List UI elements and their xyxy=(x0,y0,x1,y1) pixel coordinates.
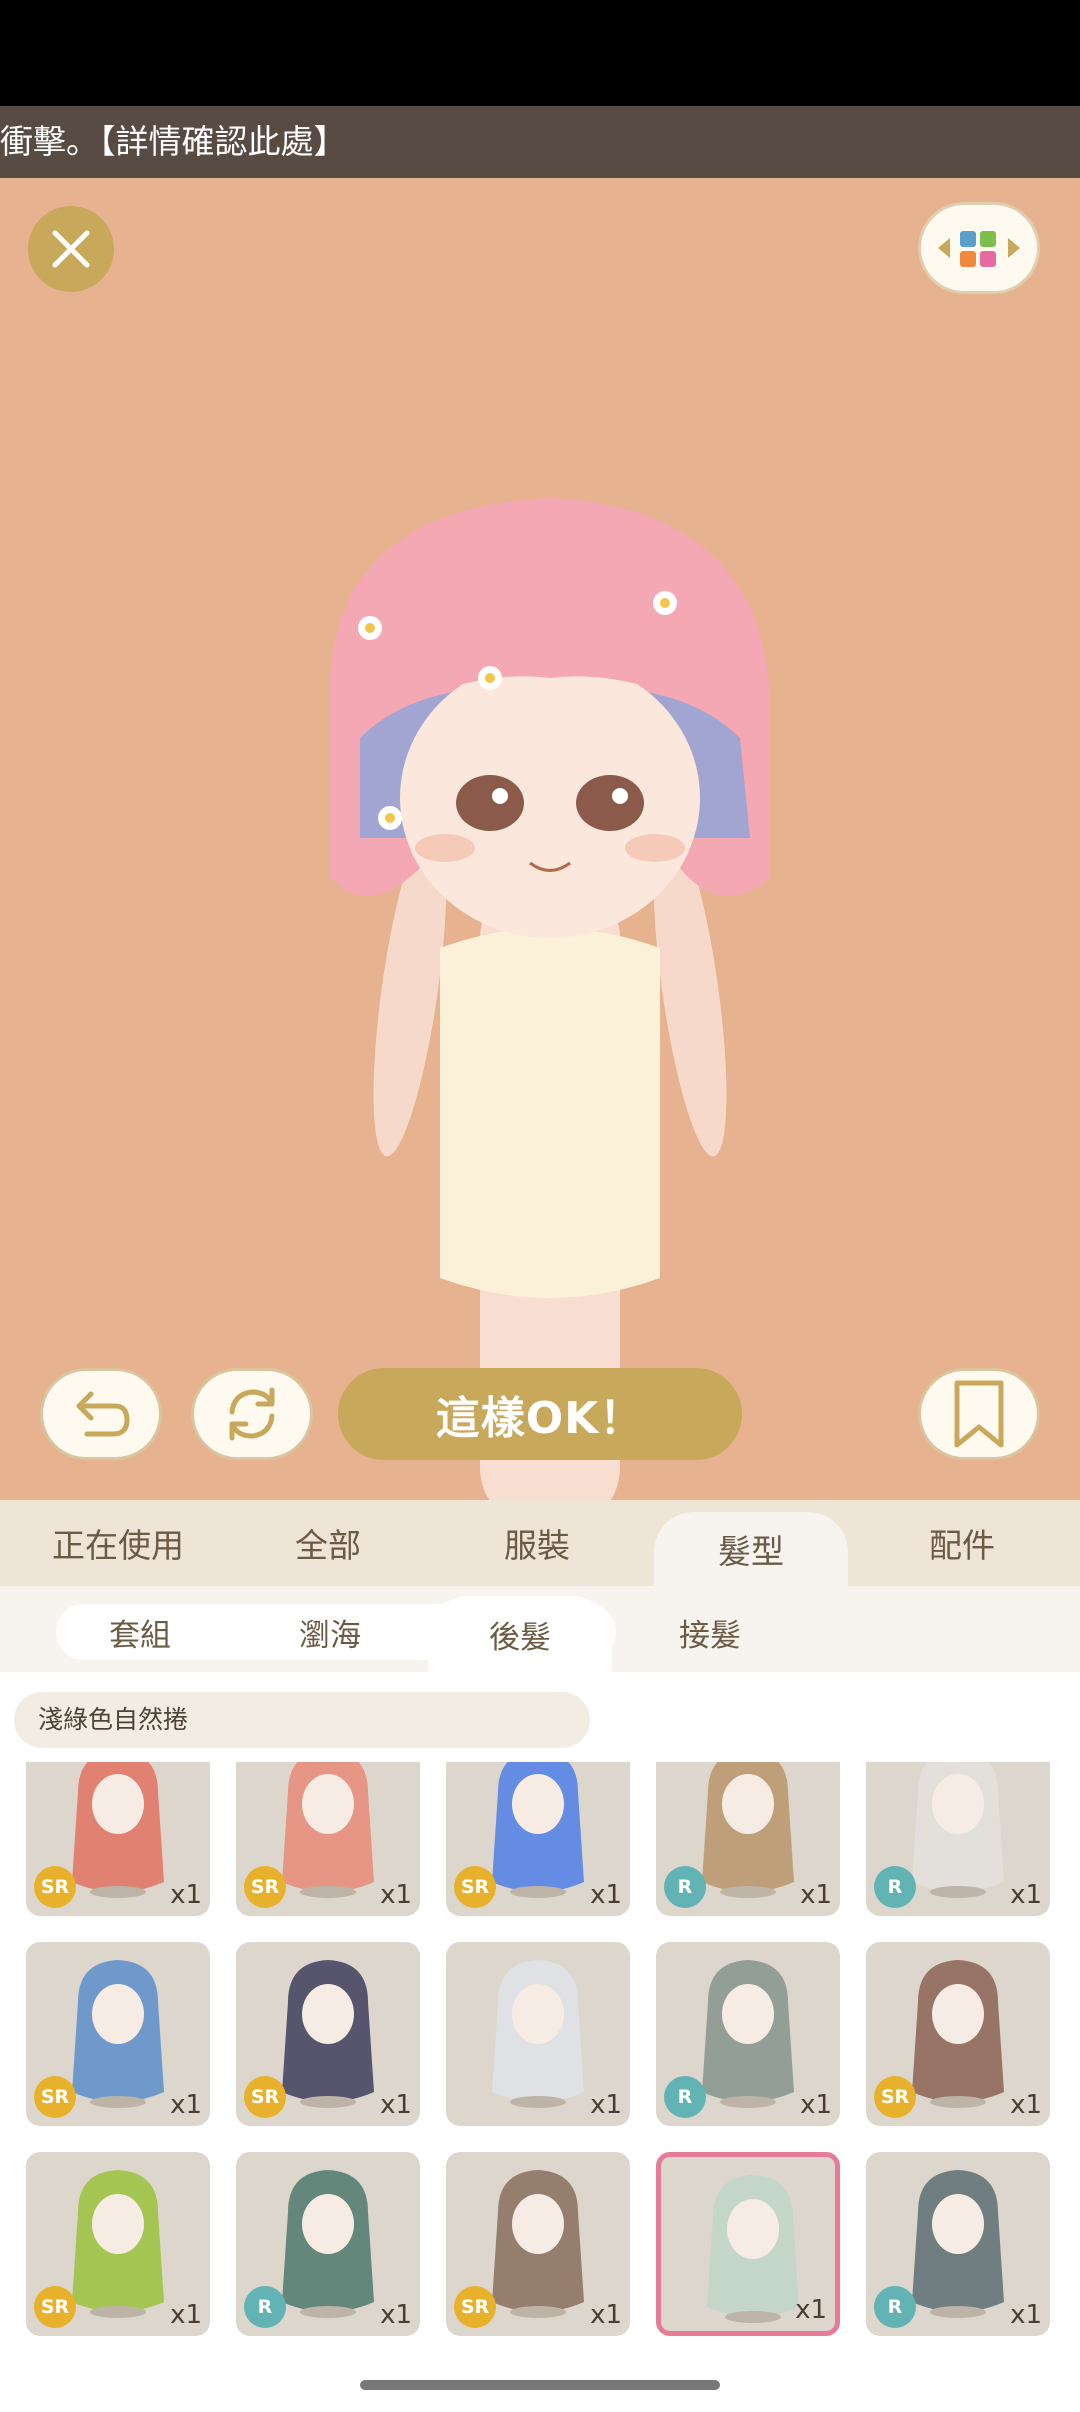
subtab-label: 瀏海 xyxy=(299,1617,361,1654)
confirm-ok-button[interactable]: 這樣OK！ xyxy=(338,1368,742,1460)
undo-button[interactable] xyxy=(40,1368,162,1460)
item-quantity: x1 xyxy=(795,2295,827,2325)
hair-item-tile[interactable]: Rx1 xyxy=(866,2152,1050,2336)
status-bar xyxy=(0,0,1080,106)
hair-subtabs: 套組 瀏海 後髮 接髮 xyxy=(0,1586,1080,1672)
item-quantity: x1 xyxy=(800,1880,832,1910)
confirm-ok-label: 這樣OK！ xyxy=(435,1393,645,1444)
item-quantity: x1 xyxy=(380,2090,412,2120)
category-grid-button[interactable] xyxy=(918,202,1040,294)
tab-label: 髮型 xyxy=(718,1532,784,1571)
hair-item-tile[interactable]: SR x1 xyxy=(236,1762,420,1916)
home-indicator[interactable] xyxy=(360,2380,720,2390)
avatar-character xyxy=(330,498,770,1500)
rarity-badge: SR xyxy=(34,2286,76,2328)
hair-item-tile[interactable]: Rx1 xyxy=(656,1762,840,1916)
hair-item-tile[interactable]: Rx1 xyxy=(866,1762,1050,1916)
rarity-badge: SR xyxy=(34,1866,76,1908)
item-grid: SR x1 SR x1 SR x1 Rx1 Rx1 SR x1 SR x1 x1 Rx1 SR x1 SR x1 R… xyxy=(0,1762,1080,2362)
rarity-badge: R xyxy=(244,2286,286,2328)
subtab-extensions[interactable]: 接髮 xyxy=(618,1604,802,1660)
undo-icon xyxy=(76,1391,130,1437)
subtab-bangs[interactable]: 瀏海 xyxy=(238,1604,422,1660)
randomize-button[interactable] xyxy=(191,1368,313,1460)
item-quantity: x1 xyxy=(1010,2300,1042,2330)
item-quantity: x1 xyxy=(170,2090,202,2120)
subtab-set[interactable]: 套組 xyxy=(48,1604,232,1660)
rarity-badge: SR xyxy=(244,1866,286,1908)
filter-label: 淺綠色自然捲 xyxy=(38,1705,189,1734)
hair-item-tile[interactable]: SR x1 xyxy=(26,1762,210,1916)
hair-item-tile[interactable]: x1 xyxy=(446,1942,630,2126)
subtab-label: 接髮 xyxy=(679,1617,741,1654)
news-ticker-text: 衝擊。【詳情確認此處】 xyxy=(0,122,347,161)
tab-label: 服裝 xyxy=(504,1526,570,1565)
rarity-badge: R xyxy=(664,1866,706,1908)
rarity-badge: SR xyxy=(454,2286,496,2328)
tab-label: 正在使用 xyxy=(52,1526,184,1565)
hair-item-tile[interactable]: SR x1 xyxy=(446,1762,630,1916)
rarity-badge: SR xyxy=(244,2076,286,2118)
hair-item-tile[interactable]: SR x1 xyxy=(236,1942,420,2126)
item-quantity: x1 xyxy=(590,2090,622,2120)
hair-item-tile[interactable]: SR x1 xyxy=(26,1942,210,2126)
tab-label: 配件 xyxy=(929,1526,995,1565)
avatar-stage: 這樣OK！ xyxy=(0,178,1080,1500)
hair-item-tile[interactable]: SR x1 xyxy=(26,2152,210,2336)
tab-accessories[interactable]: 配件 xyxy=(870,1500,1054,1586)
hair-item-tile[interactable]: x1 xyxy=(656,2152,840,2336)
subtab-label: 套組 xyxy=(109,1617,171,1654)
item-quantity: x1 xyxy=(590,2300,622,2330)
screen: 衝擊。【詳情確認此處】 這樣OK！ 正在使用 全部 服裝 髮型 配件 套組 瀏海… xyxy=(0,0,1080,2412)
rarity-badge: SR xyxy=(34,2076,76,2118)
bookmark-button[interactable] xyxy=(918,1368,1040,1460)
item-quantity: x1 xyxy=(1010,2090,1042,2120)
item-quantity: x1 xyxy=(590,1880,622,1910)
news-ticker[interactable]: 衝擊。【詳情確認此處】 xyxy=(0,106,1080,178)
hair-item-tile[interactable]: Rx1 xyxy=(656,1942,840,2126)
rarity-badge: R xyxy=(874,1866,916,1908)
subtab-label: 後髮 xyxy=(489,1619,551,1656)
item-quantity: x1 xyxy=(1010,1880,1042,1910)
refresh-icon xyxy=(229,1387,275,1441)
hair-item-tile[interactable]: SR x1 xyxy=(446,2152,630,2336)
close-button[interactable] xyxy=(28,206,114,292)
item-quantity: x1 xyxy=(170,1880,202,1910)
item-quantity: x1 xyxy=(380,2300,412,2330)
tab-clothing[interactable]: 服裝 xyxy=(445,1500,629,1586)
hair-item-tile[interactable]: Rx1 xyxy=(236,2152,420,2336)
rarity-badge: R xyxy=(664,2076,706,2118)
rarity-badge: SR xyxy=(454,1866,496,1908)
close-icon xyxy=(52,230,90,268)
item-quantity: x1 xyxy=(380,1880,412,1910)
bookmark-icon xyxy=(954,1380,1004,1448)
rarity-badge: SR xyxy=(874,2076,916,2118)
item-quantity: x1 xyxy=(170,2300,202,2330)
category-tabs: 正在使用 全部 服裝 髮型 配件 xyxy=(0,1500,1080,1586)
tab-in-use[interactable]: 正在使用 xyxy=(0,1500,236,1586)
tab-all[interactable]: 全部 xyxy=(236,1500,420,1586)
item-quantity: x1 xyxy=(800,2090,832,2120)
filter-chip[interactable]: 淺綠色自然捲 xyxy=(14,1692,590,1748)
rarity-badge: R xyxy=(874,2286,916,2328)
tab-hairstyle[interactable]: 髮型 xyxy=(654,1512,848,1586)
tab-label: 全部 xyxy=(295,1526,361,1565)
item-panel: 淺綠色自然捲 SR x1 SR x1 SR x1 Rx1 Rx1 SR x1 SR x1 x1 Rx1 SR… xyxy=(0,1672,1080,2412)
hair-item-tile[interactable]: SR x1 xyxy=(866,1942,1050,2126)
subtab-back-hair[interactable]: 後髮 xyxy=(428,1596,612,1672)
color-grid-icon xyxy=(938,231,1020,267)
